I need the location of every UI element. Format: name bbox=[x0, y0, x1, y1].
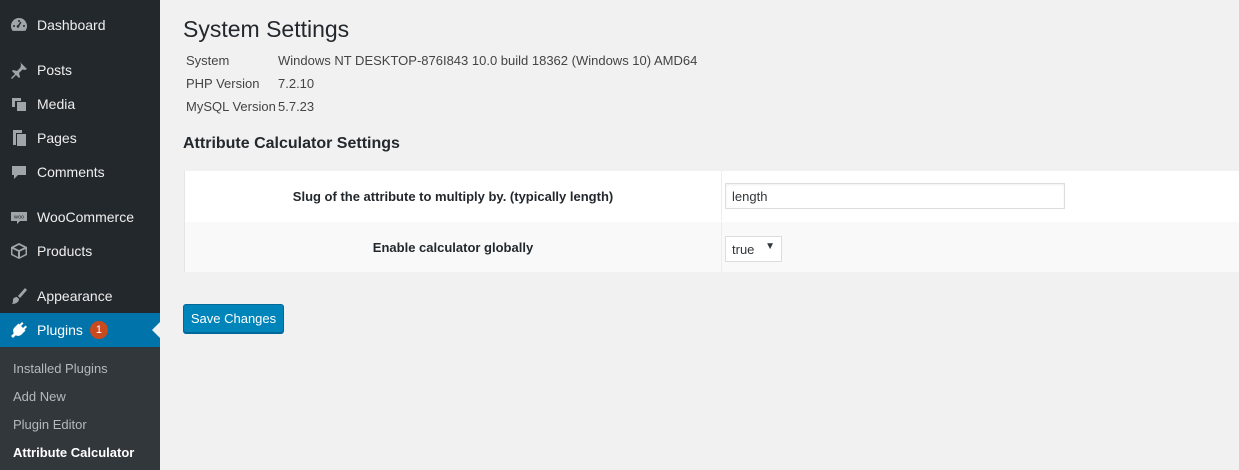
slug-input[interactable] bbox=[725, 183, 1065, 209]
menu-item-appearance[interactable]: Appearance bbox=[0, 279, 160, 313]
dashboard-icon bbox=[9, 15, 29, 35]
menu-label: Appearance bbox=[37, 288, 113, 304]
slug-field-label: Slug of the attribute to multiply by. (t… bbox=[185, 171, 722, 221]
menu-label: WooCommerce bbox=[37, 209, 134, 225]
menu-item-media[interactable]: Media bbox=[0, 87, 160, 121]
enable-setting-row: Enable calculator globally true ▼ bbox=[185, 222, 1239, 272]
submenu-item-attribute-calculator[interactable]: Attribute Calculator bbox=[13, 445, 134, 460]
section-title: Attribute Calculator Settings bbox=[183, 135, 400, 152]
menu-item-comments[interactable]: Comments bbox=[0, 155, 160, 189]
menu-label: Comments bbox=[37, 164, 105, 180]
menu-item-posts[interactable]: Posts bbox=[0, 53, 160, 87]
slug-setting-row: Slug of the attribute to multiply by. (t… bbox=[185, 171, 1239, 221]
media-icon bbox=[9, 94, 29, 114]
pages-icon bbox=[9, 128, 29, 148]
submenu-item-add-new[interactable]: Add New bbox=[13, 389, 66, 404]
enable-field-label: Enable calculator globally bbox=[185, 222, 722, 272]
save-changes-button[interactable]: Save Changes bbox=[183, 304, 284, 333]
info-key: System bbox=[186, 53, 230, 68]
brush-icon bbox=[9, 286, 29, 306]
info-value: Windows NT DESKTOP-876I843 10.0 build 18… bbox=[278, 53, 698, 68]
menu-label: Dashboard bbox=[37, 17, 106, 33]
submenu-item-plugin-editor[interactable]: Plugin Editor bbox=[13, 417, 87, 432]
page-title: System Settings bbox=[183, 16, 350, 42]
info-value: 5.7.23 bbox=[278, 99, 315, 114]
comment-icon bbox=[9, 162, 29, 182]
menu-label: Products bbox=[37, 243, 93, 259]
menu-label: Plugins bbox=[37, 322, 83, 338]
menu-item-woocommerce[interactable]: woo WooCommerce bbox=[0, 200, 160, 234]
pin-icon bbox=[9, 60, 29, 80]
menu-item-dashboard[interactable]: Dashboard bbox=[0, 8, 160, 42]
admin-sidebar: Dashboard Posts Media Pages Comments woo… bbox=[0, 0, 160, 470]
select-value: true bbox=[732, 241, 755, 257]
settings-form-table: Slug of the attribute to multiply by. (t… bbox=[184, 171, 1239, 272]
svg-text:woo: woo bbox=[14, 215, 24, 221]
update-count-badge: 1 bbox=[89, 321, 108, 339]
plugins-submenu: Installed Plugins Add New Plugin Editor … bbox=[0, 347, 160, 470]
main-content: System Settings System Windows NT DESKTO… bbox=[160, 0, 1239, 470]
woo-icon: woo bbox=[9, 207, 29, 227]
menu-label: Media bbox=[37, 96, 76, 112]
info-value: 7.2.10 bbox=[278, 76, 315, 91]
menu-label: Posts bbox=[37, 62, 73, 78]
menu-item-plugins[interactable]: Plugins 1 bbox=[0, 313, 160, 347]
info-key: PHP Version bbox=[186, 76, 260, 91]
submenu-item-installed-plugins[interactable]: Installed Plugins bbox=[13, 361, 108, 376]
box-icon bbox=[9, 241, 29, 261]
info-key: MySQL Version bbox=[186, 99, 276, 114]
menu-item-pages[interactable]: Pages bbox=[0, 121, 160, 155]
dropdown-arrow-icon: ▼ bbox=[765, 241, 775, 252]
menu-label: Pages bbox=[37, 130, 77, 146]
enable-calculator-select[interactable]: true ▼ bbox=[725, 236, 782, 262]
menu-item-products[interactable]: Products bbox=[0, 234, 160, 268]
plug-icon bbox=[9, 320, 29, 340]
